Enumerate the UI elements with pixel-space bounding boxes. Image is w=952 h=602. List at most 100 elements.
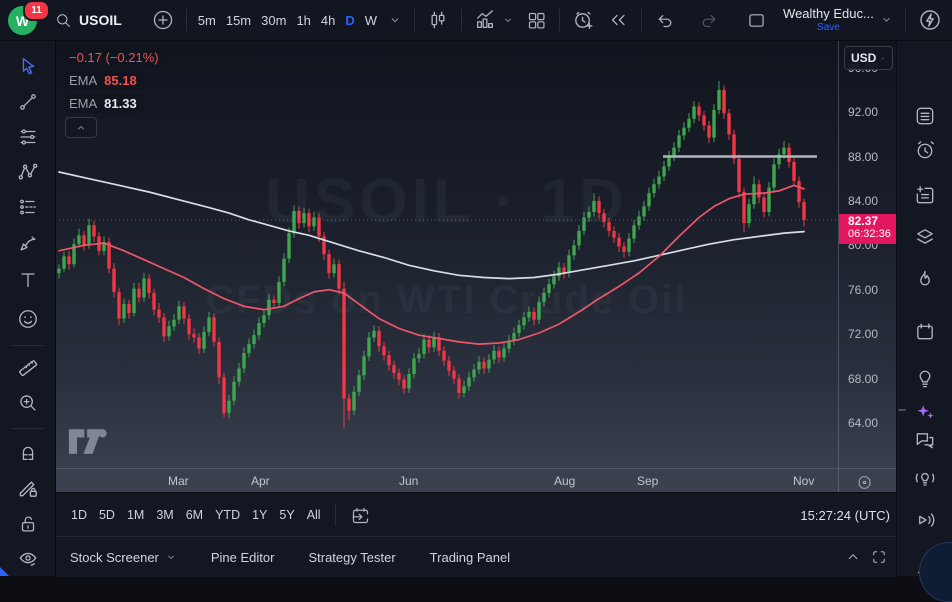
open-panel-button[interactable]	[840, 544, 866, 570]
alerts-button[interactable]	[914, 139, 937, 162]
legend-collapse-button[interactable]	[65, 117, 97, 138]
timeframe-4h[interactable]: 4h	[316, 9, 340, 32]
streams-button[interactable]	[914, 509, 937, 532]
trading-panel-tab[interactable]: Trading Panel	[430, 544, 510, 571]
toolbar-divider	[335, 504, 336, 526]
toolbar-divider	[559, 9, 560, 31]
chevron-down-icon	[502, 14, 514, 26]
xabcd-pattern-tool[interactable]	[16, 161, 39, 184]
measure-ruler-tool[interactable]	[16, 357, 39, 380]
ema-fast-legend[interactable]: EMA85.18	[65, 71, 144, 90]
timeframe-1h[interactable]: 1h	[291, 9, 315, 32]
bar-replay-button[interactable]	[601, 5, 635, 35]
fullscreen-button[interactable]	[866, 544, 892, 570]
drawing-mode-lock-tool[interactable]	[16, 477, 39, 500]
compare-add-button[interactable]	[146, 5, 180, 35]
strategy-tester-label: Strategy Tester	[308, 550, 395, 565]
hotlists-flame-button[interactable]	[914, 269, 937, 292]
chart-plot-area[interactable]: USOIL · 1D CFDs on WTI Crude Oil −0.17 (…	[55, 40, 838, 468]
watchlist-button[interactable]	[914, 105, 937, 128]
price-tick-label: 68.00	[848, 372, 878, 386]
chevron-up-icon	[844, 548, 862, 566]
save-layout-button[interactable]: Wealthy Educ... Save	[777, 3, 899, 36]
candlestick-chart[interactable]	[55, 40, 838, 468]
drawing-toolbar	[0, 40, 56, 576]
range-1d-button[interactable]: 1D	[65, 503, 93, 527]
plus-circle-icon	[152, 9, 174, 31]
strategy-tester-tab[interactable]: Strategy Tester	[308, 544, 395, 571]
chevron-up-icon	[75, 122, 87, 134]
undo-arrow-icon	[654, 10, 675, 31]
timeframe-1d[interactable]: D	[340, 9, 359, 32]
range-1m-button[interactable]: 1M	[121, 503, 150, 527]
price-tick-label: 88.00	[848, 150, 878, 164]
indicators-button[interactable]	[468, 5, 520, 35]
clock-utc-label[interactable]: 15:27:24 (UTC)	[800, 508, 890, 523]
stock-screener-tab[interactable]: Stock Screener	[70, 544, 177, 571]
hide-all-drawings-tool[interactable]	[16, 548, 39, 571]
range-5y-button[interactable]: 5Y	[273, 503, 300, 527]
create-alert-button[interactable]	[566, 5, 601, 36]
ema-slow-legend[interactable]: EMA81.33	[65, 94, 144, 113]
time-axis-label: Nov	[793, 474, 814, 488]
object-tree-button[interactable]	[914, 226, 937, 249]
ai-sparkles-button[interactable]	[914, 401, 936, 423]
go-to-date-button[interactable]	[344, 500, 377, 531]
user-menu-button[interactable]: W 11	[6, 2, 48, 38]
right-sidebar	[896, 40, 952, 576]
symbol-search-button[interactable]: USOIL	[48, 7, 128, 34]
chat-button[interactable]	[914, 429, 937, 452]
candlestick-style-icon	[427, 9, 449, 31]
toolbar-divider	[905, 9, 906, 31]
bar-countdown-label: 06:32:36	[848, 228, 897, 240]
brush-tool[interactable]	[17, 232, 39, 254]
range-6m-button[interactable]: 6M	[180, 503, 209, 527]
range-3m-button[interactable]: 3M	[150, 503, 179, 527]
time-axis-label: Sep	[637, 474, 658, 488]
prediction-tool[interactable]	[17, 196, 39, 218]
trend-line-tool[interactable]	[17, 91, 39, 113]
floating-action-button[interactable]	[919, 542, 952, 602]
range-all-button[interactable]: All	[301, 503, 327, 527]
time-axis[interactable]: MarAprJunAugSepNov	[55, 468, 896, 493]
lock-all-drawings-tool[interactable]	[17, 513, 39, 535]
price-change-label: −0.17 (−0.21%)	[65, 48, 166, 67]
cursor-tool[interactable]	[17, 56, 39, 78]
go-to-date-icon	[350, 505, 371, 526]
zoom-in-tool[interactable]	[17, 392, 39, 414]
currency-select-button[interactable]: USD	[844, 46, 893, 70]
stock-screener-label: Stock Screener	[70, 550, 159, 565]
timeframe-30m[interactable]: 30m	[256, 9, 291, 32]
undo-button[interactable]	[648, 6, 681, 35]
quick-search-button[interactable]	[912, 4, 942, 36]
tradingview-app: W 11 USOIL 5m 15m 30m 1h 4h D W	[0, 0, 952, 576]
pine-editor-tab[interactable]: Pine Editor	[211, 544, 275, 571]
magnet-mode-tool[interactable]	[17, 441, 39, 463]
fib-retracement-tool[interactable]	[17, 126, 39, 148]
timeframe-15m[interactable]: 15m	[221, 9, 256, 32]
live-ideas-button[interactable]	[914, 467, 937, 490]
toolbar-divider	[186, 9, 187, 31]
layout-select-button[interactable]	[740, 6, 773, 35]
text-tool[interactable]	[17, 269, 39, 291]
redo-arrow-icon	[699, 10, 720, 31]
calendar-button[interactable]	[914, 321, 937, 344]
emoji-tool[interactable]	[16, 308, 39, 331]
layout-grid-button[interactable]	[520, 6, 553, 35]
ideas-bulb-button[interactable]	[914, 367, 937, 390]
save-label: Save	[817, 22, 840, 33]
chart-legend: −0.17 (−0.21%) EMA85.18 EMA81.33	[65, 48, 166, 138]
timeframe-5m[interactable]: 5m	[193, 9, 221, 32]
drawer-notch	[898, 409, 906, 411]
notes-button[interactable]	[914, 184, 937, 207]
price-axis[interactable]: USD 96.0092.0088.0084.0080.0076.0072.006…	[838, 40, 897, 492]
redo-button[interactable]	[693, 6, 726, 35]
trading-panel-label: Trading Panel	[430, 550, 510, 565]
timeframe-1w[interactable]: W	[360, 9, 382, 32]
range-1y-button[interactable]: 1Y	[246, 503, 273, 527]
toolbar-divider	[414, 9, 415, 31]
range-ytd-button[interactable]: YTD	[209, 503, 246, 527]
range-5d-button[interactable]: 5D	[93, 503, 121, 527]
timeframe-menu-button[interactable]	[382, 9, 408, 31]
chart-style-button[interactable]	[421, 5, 455, 35]
